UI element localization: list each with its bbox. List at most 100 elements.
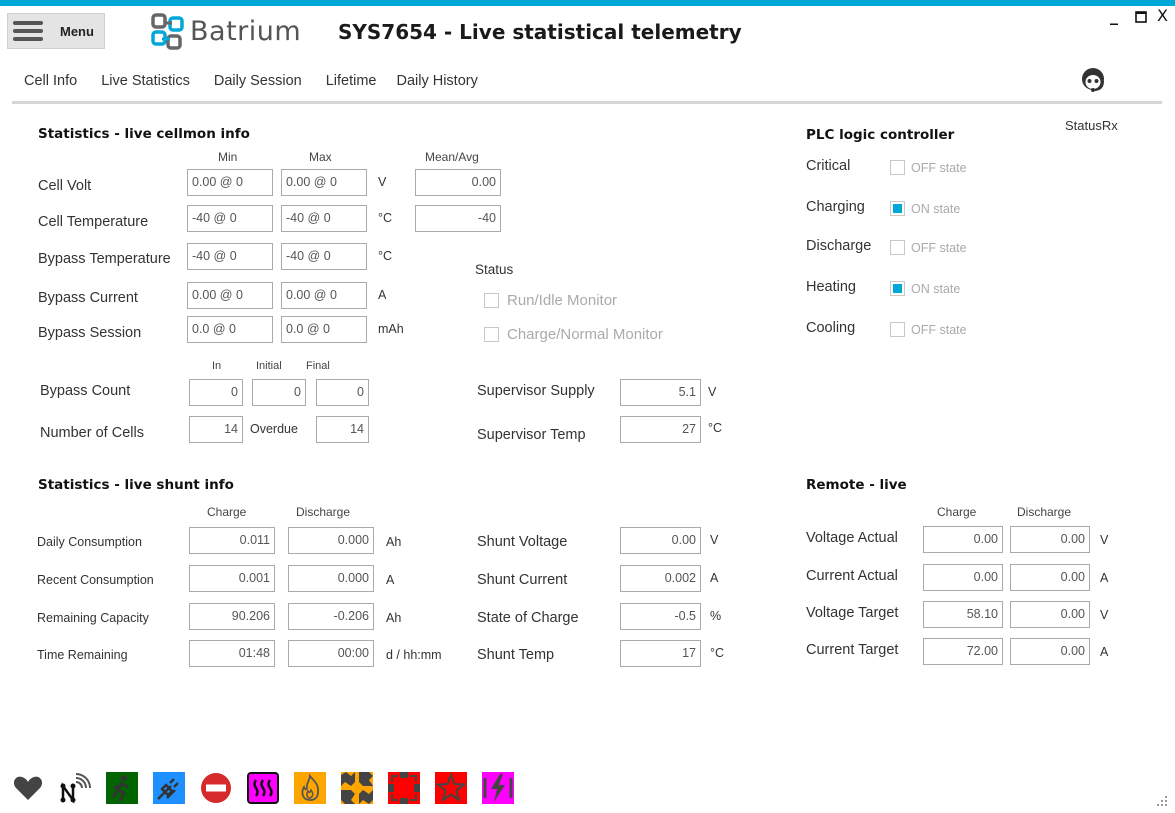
tab-divider — [12, 101, 1162, 104]
plc-row-label: Charging — [806, 199, 865, 215]
shunt-col-charge: Charge — [207, 505, 247, 519]
status-label: Status — [475, 262, 514, 277]
run-idle-monitor-checkbox[interactable]: Run/Idle Monitor — [484, 290, 617, 309]
cellmon-unit: mAh — [378, 322, 404, 336]
shunt-reading-label: Shunt Temp — [477, 647, 555, 663]
close-button[interactable]: X — [1157, 6, 1168, 26]
cellmon-unit: °C — [378, 211, 393, 225]
overdue-value: 14 — [316, 416, 369, 443]
remote-charge-value: 0.00 — [923, 526, 1003, 553]
shunt-unit: A — [386, 573, 395, 587]
shunt-unit: Ah — [386, 611, 402, 625]
maximize-button[interactable] — [1135, 8, 1147, 28]
shunt-reading-unit: V — [710, 533, 719, 547]
shunt-row-label: Daily Consumption — [37, 535, 142, 549]
status-rx-label: StatusRx — [1065, 118, 1118, 133]
tab-cell-info[interactable]: Cell Info — [12, 70, 89, 104]
shunt-discharge-value: 0.000 — [288, 527, 374, 554]
no-entry-icon — [200, 772, 232, 804]
remote-row-label: Current Target — [806, 642, 899, 658]
plc-state-checkbox[interactable] — [890, 240, 905, 255]
maximize-icon — [1135, 11, 1147, 23]
remote-row-label: Voltage Actual — [806, 530, 898, 546]
tab-daily-history[interactable]: Daily History — [382, 70, 489, 104]
plc-state-indicator: ON state — [890, 198, 960, 217]
shunt-reading-label: Shunt Current — [477, 572, 568, 588]
cellmon-unit: A — [378, 288, 387, 302]
plc-state-checkbox[interactable] — [890, 201, 905, 216]
menu-label: Menu — [60, 23, 94, 39]
cellmon-row-label: Cell Volt — [38, 178, 92, 194]
plc-row-label: Discharge — [806, 238, 872, 254]
tab-daily-session[interactable]: Daily Session — [202, 70, 314, 104]
supervisor-supply-unit: V — [708, 385, 717, 399]
plc-state-label: OFF state — [911, 160, 967, 175]
status-icon-bar — [12, 772, 529, 804]
remote-heading: Remote - live — [806, 477, 907, 493]
run-idle-checkbox-box[interactable] — [484, 293, 499, 308]
plc-state-checkbox[interactable] — [890, 281, 905, 296]
plc-row-label: Critical — [806, 158, 851, 174]
menu-button[interactable]: Menu — [7, 13, 105, 49]
remote-unit: A — [1100, 645, 1109, 659]
bypass-count-final: 0 — [316, 379, 369, 406]
tab-lifetime[interactable]: Lifetime — [314, 70, 383, 104]
shunt-charge-value: 90.206 — [189, 603, 275, 630]
cellmon-mean-value: -40 — [415, 205, 501, 232]
remote-charge-value: 58.10 — [923, 601, 1003, 628]
shunt-charge-value: 0.011 — [189, 527, 275, 554]
shunt-unit: Ah — [386, 535, 402, 549]
shunt-discharge-value: 0.000 — [288, 565, 374, 592]
shunt-reading-unit: A — [710, 571, 719, 585]
remote-discharge-value: 0.00 — [1010, 601, 1090, 628]
remote-row-label: Voltage Target — [806, 605, 899, 621]
cellmon-row-label: Bypass Session — [38, 325, 142, 341]
fault-expand-icon — [388, 772, 420, 804]
shunt-reading-unit: % — [710, 609, 722, 623]
cellmon-row-label: Bypass Temperature — [38, 251, 171, 267]
shunt-reading-value: -0.5 — [620, 603, 701, 630]
cellmon-max-value: -40 @ 0 — [281, 205, 367, 232]
bypass-count-label: Bypass Count — [40, 383, 131, 399]
cellmon-min-value: -40 @ 0 — [187, 243, 273, 270]
cellmon-heading: Statistics - live cellmon info — [38, 126, 250, 142]
cellmon-max-value: 0.0 @ 0 — [281, 316, 367, 343]
shunt-row-label: Recent Consumption — [37, 573, 154, 587]
col-mean: Mean/Avg — [425, 150, 479, 164]
brand-name: Batrium — [190, 16, 302, 47]
network-signal-icon — [59, 772, 91, 804]
heater-icon — [247, 772, 279, 804]
plc-state-checkbox[interactable] — [890, 322, 905, 337]
cellmon-row-label: Bypass Current — [38, 290, 138, 306]
plc-state-label: OFF state — [911, 322, 967, 337]
cellmon-unit: V — [378, 175, 387, 189]
remote-col-charge: Charge — [937, 505, 977, 519]
charge-normal-monitor-checkbox[interactable]: Charge/Normal Monitor — [484, 324, 663, 343]
minimize-button[interactable]: _ — [1110, 6, 1118, 26]
shunt-discharge-value: 00:00 — [288, 640, 374, 667]
plc-state-checkbox[interactable] — [890, 160, 905, 175]
support-agent-icon[interactable] — [1080, 66, 1106, 96]
shunt-discharge-value: -0.206 — [288, 603, 374, 630]
cellmon-max-value: 0.00 @ 0 — [281, 169, 367, 196]
shunt-reading-label: Shunt Voltage — [477, 534, 568, 550]
supervisor-supply-value: 5.1 — [620, 379, 701, 406]
number-of-cells-value: 14 — [189, 416, 243, 443]
emergency-exit-icon — [106, 772, 138, 804]
supervisor-temp-value: 27 — [620, 416, 701, 443]
shunt-heading: Statistics - live shunt info — [38, 477, 234, 493]
fire-icon — [294, 772, 326, 804]
cellmon-row-label: Cell Temperature — [38, 214, 149, 230]
remote-row-label: Current Actual — [806, 568, 898, 584]
plc-state-label: OFF state — [911, 240, 967, 255]
shunt-row-label: Time Remaining — [37, 648, 128, 662]
shunt-reading-value: 17 — [620, 640, 701, 667]
tab-live-statistics[interactable]: Live Statistics — [89, 70, 202, 104]
charge-normal-checkbox-box[interactable] — [484, 327, 499, 342]
resize-grip[interactable] — [1155, 793, 1169, 807]
title-accent-bar — [0, 0, 1175, 6]
shunt-row-label: Remaining Capacity — [37, 611, 149, 625]
heartbeat-icon — [12, 772, 44, 804]
bypass-count-initial: 0 — [252, 379, 306, 406]
star-alert-icon — [435, 772, 467, 804]
